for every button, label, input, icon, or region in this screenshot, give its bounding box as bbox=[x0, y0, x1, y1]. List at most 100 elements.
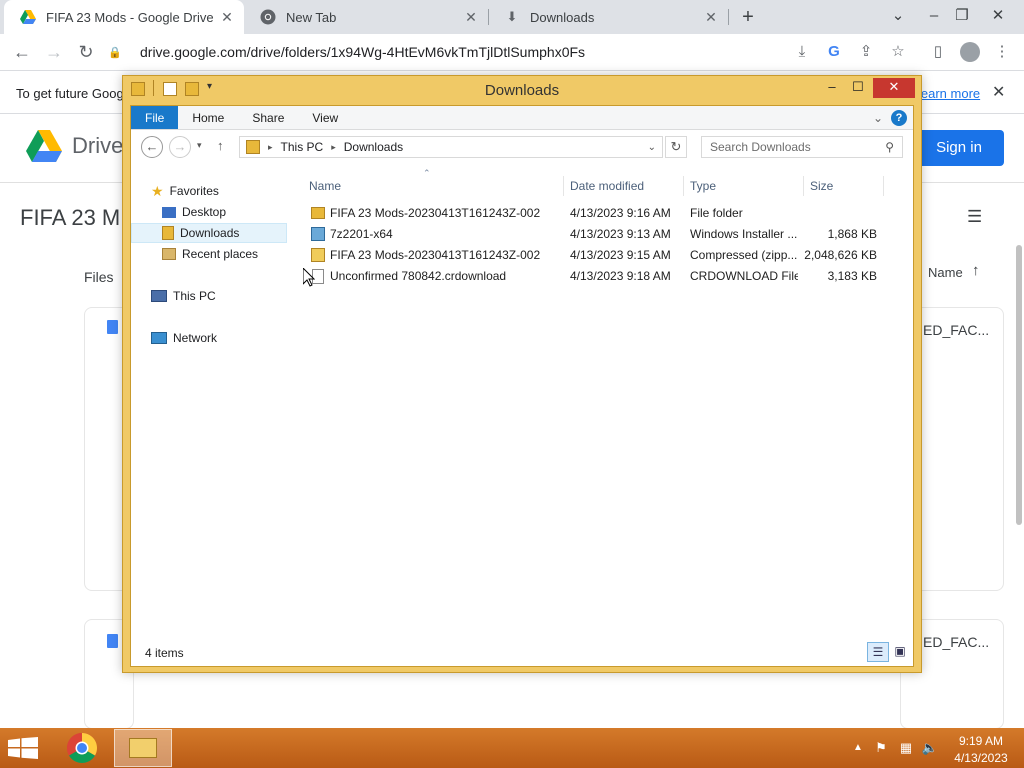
sign-in-button[interactable]: Sign in bbox=[914, 130, 1004, 166]
column-header-date[interactable]: Date modified bbox=[570, 176, 644, 196]
action-center-flag-icon[interactable]: ⚑ bbox=[872, 728, 890, 768]
share-icon[interactable]: ⇪ bbox=[854, 40, 878, 64]
nav-downloads[interactable]: Downloads bbox=[131, 223, 287, 243]
tab-google-drive[interactable]: FIFA 23 Mods - Google Drive ✕ bbox=[4, 0, 244, 34]
maximize-icon[interactable]: ☐ bbox=[845, 78, 871, 98]
help-icon[interactable]: ? bbox=[891, 110, 907, 126]
forward-icon[interactable]: → bbox=[169, 136, 191, 158]
file-type: File folder bbox=[690, 206, 743, 220]
large-icons-view-icon[interactable]: ▣ bbox=[891, 642, 909, 662]
close-tab-icon[interactable]: ✕ bbox=[700, 9, 722, 26]
column-divider[interactable] bbox=[683, 176, 684, 196]
chevron-right-icon: ▸ bbox=[331, 141, 336, 152]
breadcrumb-this-pc[interactable]: This PC bbox=[281, 140, 324, 154]
nav-recent-places[interactable]: Recent places bbox=[131, 244, 258, 264]
sort-arrow-up-icon[interactable]: ↑ bbox=[972, 262, 980, 279]
details-view-icon[interactable]: ☰ bbox=[867, 642, 889, 662]
close-icon[interactable]: ✕ bbox=[992, 82, 1005, 102]
computer-icon bbox=[151, 290, 167, 302]
new-tab-button[interactable]: + bbox=[736, 4, 760, 30]
file-row[interactable]: Unconfirmed 780842.crdownload 4/13/2023 … bbox=[301, 266, 909, 287]
file-date: 4/13/2023 9:13 AM bbox=[570, 227, 671, 241]
back-icon[interactable]: ← bbox=[141, 136, 163, 158]
tab-title: FIFA 23 Mods - Google Drive bbox=[46, 9, 214, 25]
star-icon: ★ bbox=[151, 182, 164, 199]
explorer-address-bar[interactable]: ▸ This PC ▸ Downloads ⌄ bbox=[239, 136, 663, 158]
column-divider[interactable] bbox=[883, 176, 884, 196]
up-icon[interactable]: ↑ bbox=[217, 138, 224, 153]
sort-name-button[interactable]: Name bbox=[928, 265, 963, 280]
folder-icon bbox=[311, 207, 325, 219]
chevron-down-icon[interactable]: ⌄ bbox=[648, 142, 656, 153]
file-type: Compressed (zipp... bbox=[690, 248, 798, 262]
clock-time[interactable]: 9:19 AM bbox=[948, 734, 1014, 748]
nav-label: Recent places bbox=[182, 247, 259, 261]
close-tab-icon[interactable]: ✕ bbox=[216, 9, 238, 26]
bookmark-star-icon[interactable]: ☆ bbox=[886, 40, 910, 64]
show-hidden-icons-icon[interactable]: ▲ bbox=[850, 728, 866, 768]
reload-icon[interactable]: ↻ bbox=[72, 38, 100, 66]
close-window-icon[interactable]: ✕ bbox=[873, 78, 915, 98]
download-icon[interactable]: ⤓ bbox=[790, 40, 814, 64]
chrome-icon bbox=[260, 9, 276, 25]
tab-title: New Tab bbox=[286, 9, 337, 25]
nav-this-pc[interactable]: This PC bbox=[131, 286, 216, 306]
file-row[interactable]: 7z2201-x64 4/13/2023 9:13 AM Windows Ins… bbox=[301, 224, 909, 245]
chrome-icon bbox=[66, 733, 98, 764]
nav-network[interactable]: Network bbox=[131, 328, 217, 348]
doc-icon bbox=[107, 320, 118, 334]
ribbon-tab-view[interactable]: View bbox=[298, 106, 352, 129]
recent-locations-icon[interactable]: ▾ bbox=[197, 140, 202, 151]
tab-downloads[interactable]: ⬇ Downloads ✕ bbox=[488, 0, 728, 34]
status-bar: 4 items ☰ ▣ bbox=[131, 638, 913, 666]
volume-muted-icon[interactable]: 🔈 bbox=[920, 728, 940, 768]
windows-start-icon[interactable] bbox=[8, 737, 38, 759]
column-divider[interactable] bbox=[563, 176, 564, 196]
profile-avatar[interactable] bbox=[960, 42, 980, 62]
side-panel-icon[interactable]: ▯ bbox=[926, 40, 950, 64]
mouse-cursor-icon bbox=[303, 268, 315, 287]
close-window-icon[interactable]: ✕ bbox=[980, 0, 1016, 34]
search-downloads-input[interactable]: Search Downloads ⚲ bbox=[701, 136, 903, 158]
explorer-body: File Home Share View ⌄ ? ← → ▾ ↑ ▸ This … bbox=[130, 105, 914, 667]
navigation-pane: ★ Favorites Desktop Downloads Recent pla… bbox=[131, 168, 289, 638]
nav-label: This PC bbox=[173, 289, 216, 303]
installer-icon bbox=[311, 227, 325, 241]
column-header-type[interactable]: Type bbox=[690, 176, 716, 196]
file-name: Unconfirmed 780842.crdownload bbox=[330, 269, 507, 283]
close-tab-icon[interactable]: ✕ bbox=[460, 9, 482, 26]
column-header-name[interactable]: Name bbox=[309, 176, 341, 196]
back-icon[interactable]: ← bbox=[8, 38, 36, 66]
google-icon[interactable]: G bbox=[822, 40, 846, 64]
file-explorer-taskbar-button[interactable] bbox=[114, 729, 172, 767]
column-divider[interactable] bbox=[803, 176, 804, 196]
list-view-icon[interactable]: ☰ bbox=[967, 207, 982, 227]
scrollbar-thumb[interactable] bbox=[1016, 245, 1022, 525]
clock-date[interactable]: 4/13/2023 bbox=[948, 751, 1014, 765]
nav-favorites[interactable]: ★ Favorites bbox=[131, 181, 219, 201]
learn-more-link[interactable]: learn more bbox=[918, 86, 980, 101]
breadcrumb-downloads[interactable]: Downloads bbox=[344, 140, 403, 154]
ribbon-tab-share[interactable]: Share bbox=[238, 106, 298, 129]
file-row[interactable]: FIFA 23 Mods-20230413T161243Z-002 4/13/2… bbox=[301, 203, 909, 224]
file-card-label: ED_FAC... bbox=[923, 634, 990, 650]
chrome-taskbar-button[interactable] bbox=[56, 728, 108, 768]
ribbon-tab-file[interactable]: File bbox=[131, 106, 179, 129]
tab-search-icon[interactable]: ⌄ bbox=[880, 0, 916, 34]
refresh-icon[interactable]: ↻ bbox=[665, 136, 687, 158]
explorer-titlebar[interactable]: ▾ Downloads – ☐ ✕ bbox=[123, 76, 921, 104]
file-date: 4/13/2023 9:15 AM bbox=[570, 248, 671, 262]
nav-desktop[interactable]: Desktop bbox=[131, 202, 226, 222]
column-header-size[interactable]: Size bbox=[810, 176, 833, 196]
tab-new-tab[interactable]: New Tab ✕ bbox=[244, 0, 488, 34]
network-icon[interactable]: ▦ bbox=[896, 728, 916, 768]
file-row[interactable]: FIFA 23 Mods-20230413T161243Z-002 4/13/2… bbox=[301, 245, 909, 266]
nav-label: Favorites bbox=[169, 184, 219, 198]
ribbon-tab-home[interactable]: Home bbox=[178, 106, 238, 129]
expand-ribbon-icon[interactable]: ⌄ bbox=[873, 106, 883, 129]
menu-kebab-icon[interactable]: ⋮ bbox=[990, 40, 1014, 64]
minimize-icon[interactable]: – bbox=[819, 78, 845, 98]
restore-icon[interactable]: ❐ bbox=[944, 0, 980, 34]
zip-folder-icon bbox=[311, 248, 325, 262]
forward-icon[interactable]: → bbox=[40, 38, 68, 66]
